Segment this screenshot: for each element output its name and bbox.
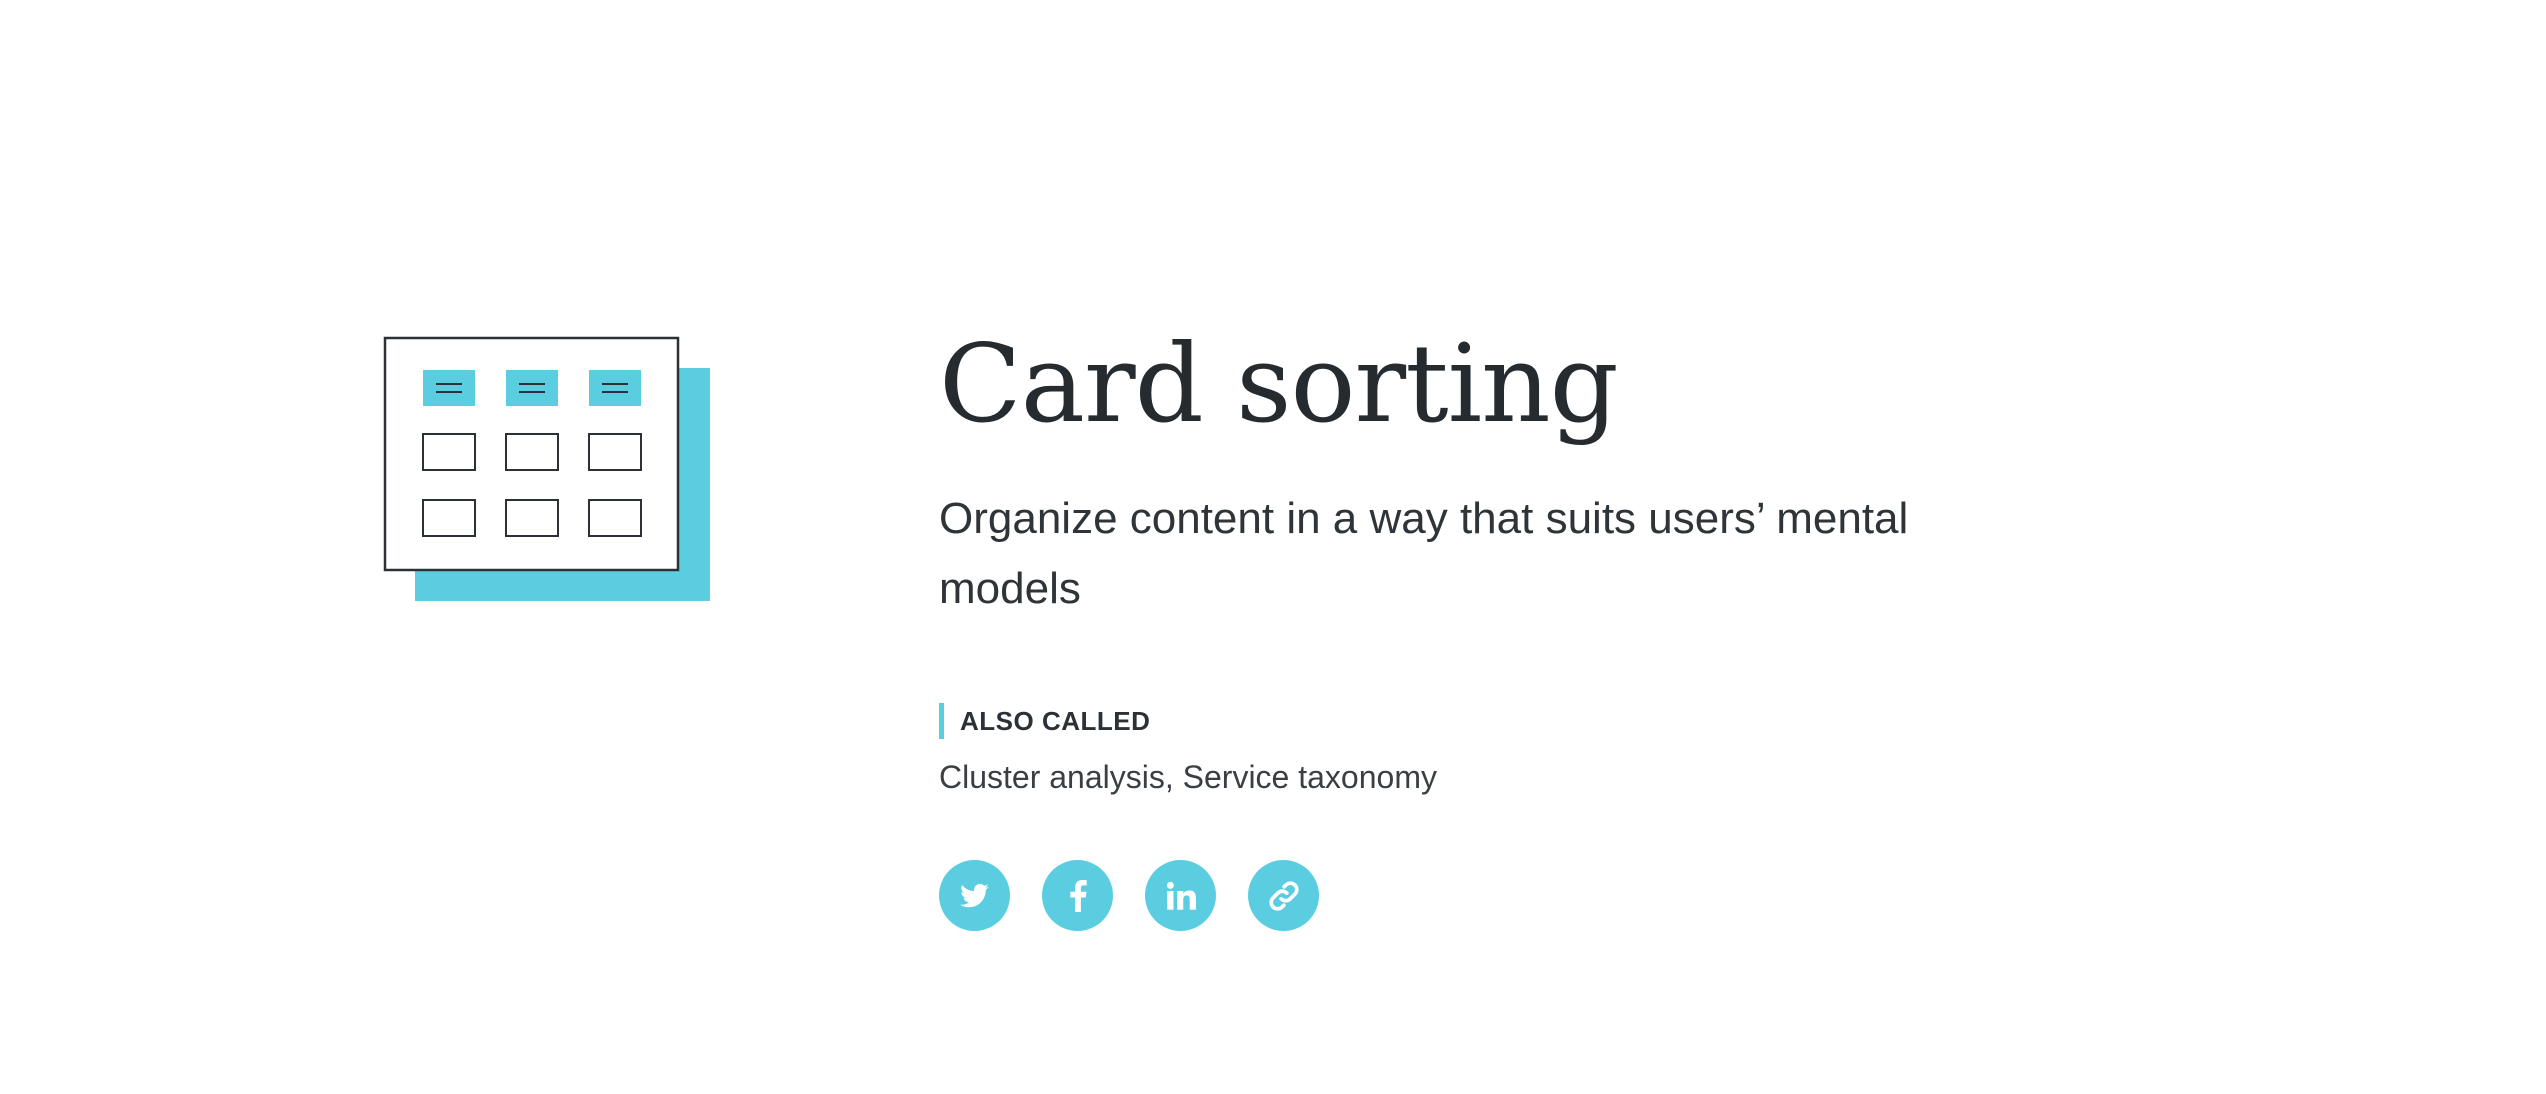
also-called-section: ALSO CALLED Cluster analysis, Service ta… bbox=[939, 703, 2039, 799]
facebook-icon bbox=[1067, 879, 1089, 912]
share-twitter-button[interactable] bbox=[939, 860, 1010, 931]
page-title: Card sorting bbox=[939, 322, 1619, 447]
share-buttons bbox=[939, 860, 2039, 931]
link-icon bbox=[1267, 879, 1301, 913]
method-header: Card sorting Organize content in a way t… bbox=[939, 320, 2039, 931]
also-called-value: Cluster analysis, Service taxonomy bbox=[939, 759, 1437, 795]
page-subtitle: Organize content in a way that suits use… bbox=[939, 494, 1909, 613]
linkedin-icon bbox=[1166, 881, 1196, 911]
share-facebook-button[interactable] bbox=[1042, 860, 1113, 931]
share-link-button[interactable] bbox=[1248, 860, 1319, 931]
twitter-icon bbox=[958, 881, 992, 911]
also-called-label: ALSO CALLED bbox=[939, 703, 1150, 739]
card-sorting-illustration-icon bbox=[380, 333, 710, 603]
share-linkedin-button[interactable] bbox=[1145, 860, 1216, 931]
